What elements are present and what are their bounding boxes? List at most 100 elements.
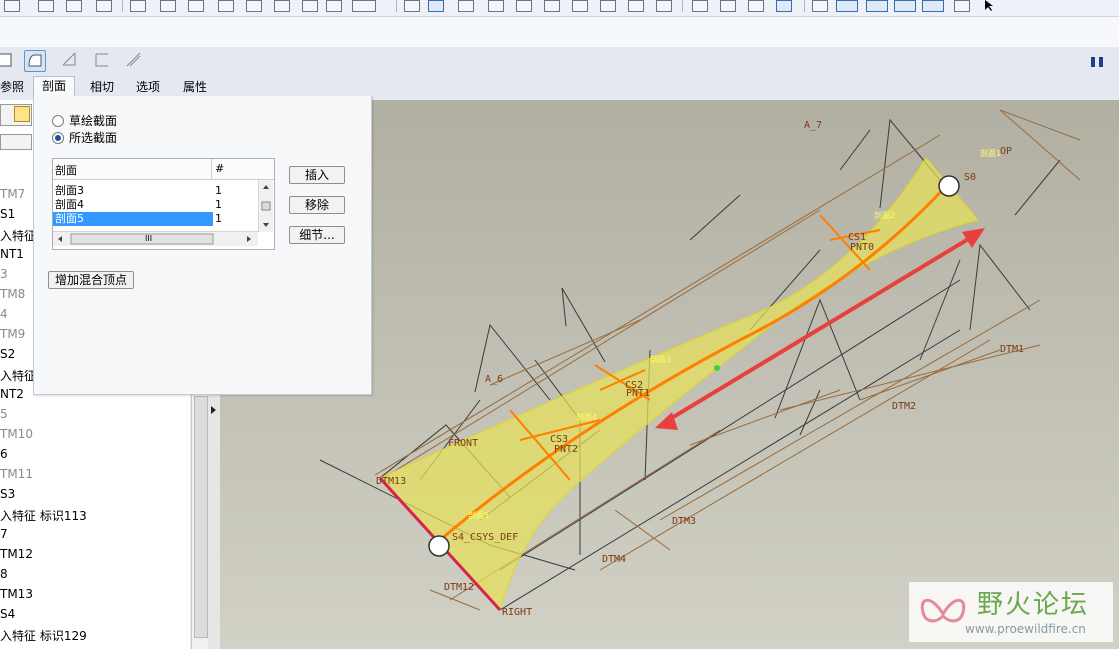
surface-icon[interactable]: [24, 50, 46, 72]
scroll-left-icon[interactable]: [58, 236, 62, 242]
zoom-in-icon[interactable]: [488, 0, 504, 12]
tab-sections[interactable]: 剖面: [33, 76, 76, 98]
new-file-icon[interactable]: [4, 0, 20, 12]
tree-item[interactable]: TM7: [0, 187, 25, 201]
table-horizontal-scrollbar[interactable]: III: [53, 231, 258, 246]
tree-item[interactable]: 入特征: [0, 227, 36, 244]
mail-icon[interactable]: [96, 0, 112, 12]
layers-icon[interactable]: [628, 0, 644, 12]
find-icon[interactable]: [326, 0, 342, 12]
tree-item[interactable]: 7: [0, 527, 8, 541]
tree-item[interactable]: 5: [0, 407, 8, 421]
tree-item[interactable]: 入特征 标识129: [0, 627, 87, 644]
tree-item[interactable]: 8: [0, 567, 8, 581]
tree-item[interactable]: TM9: [0, 327, 25, 341]
hidden-line-icon[interactable]: [720, 0, 736, 12]
tree-item[interactable]: TM10: [0, 427, 33, 441]
tab-options[interactable]: 选项: [128, 78, 168, 96]
spin-center-icon[interactable]: [428, 0, 444, 12]
tree-item[interactable]: TM13: [0, 587, 33, 601]
sketched-sections-option[interactable]: 草绘截面: [52, 112, 117, 129]
paste-icon[interactable]: [246, 0, 262, 12]
context-help-icon[interactable]: [984, 0, 998, 11]
cut-icon[interactable]: [188, 0, 204, 12]
section-count: 1: [215, 198, 222, 211]
redo-icon[interactable]: [160, 0, 176, 12]
plane-display-icon[interactable]: [836, 0, 858, 12]
tree-item[interactable]: 4: [0, 307, 8, 321]
tree-item[interactable]: TM8: [0, 287, 25, 301]
view-manager-icon[interactable]: [656, 0, 672, 12]
table-header: 剖面 #: [53, 159, 274, 180]
column-header-section[interactable]: 剖面: [55, 162, 77, 178]
label-pnt1: PNT1: [626, 388, 650, 399]
tree-item[interactable]: 入特征 标识113: [0, 507, 87, 524]
remove-material-icon[interactable]: [60, 50, 80, 70]
table-row[interactable]: 剖面3 1: [53, 184, 222, 198]
tree-item[interactable]: 入特征: [0, 367, 36, 384]
undo-icon[interactable]: [130, 0, 146, 12]
label-dtm12: DTM12: [444, 582, 474, 593]
label-a6: A_6: [485, 374, 503, 385]
zoom-out-icon[interactable]: [516, 0, 532, 12]
tree-item[interactable]: 6: [0, 447, 8, 461]
table-vertical-scrollbar[interactable]: [258, 180, 273, 232]
collapse-arrow-icon[interactable]: [208, 404, 220, 416]
tree-item[interactable]: S2: [0, 347, 15, 361]
details-button[interactable]: 细节...: [289, 226, 345, 244]
copy-icon[interactable]: [218, 0, 234, 12]
table-row[interactable]: 剖面4 1: [53, 198, 222, 212]
scroll-grip: III: [145, 234, 153, 243]
add-blend-vertex-button[interactable]: 增加混合顶点: [48, 271, 134, 289]
scroll-thumb[interactable]: [261, 201, 271, 211]
scroll-down-icon[interactable]: [263, 223, 269, 227]
pause-icon[interactable]: [1091, 57, 1095, 67]
tree-item[interactable]: 3: [0, 267, 8, 281]
folder-icon[interactable]: [14, 106, 30, 122]
selected-sections-option[interactable]: 所选截面: [52, 129, 117, 146]
tree-item[interactable]: TM11: [0, 467, 33, 481]
tab-tangency[interactable]: 相切: [82, 78, 122, 96]
scroll-up-icon[interactable]: [263, 185, 269, 189]
solid-icon[interactable]: [0, 50, 14, 70]
scroll-right-icon[interactable]: [247, 236, 251, 242]
save-icon[interactable]: [38, 0, 54, 12]
repaint-icon[interactable]: [404, 0, 420, 12]
radio-button-checked[interactable]: [52, 131, 64, 144]
thicken-icon[interactable]: [92, 50, 112, 70]
column-header-count[interactable]: #: [215, 162, 224, 175]
tree-item[interactable]: TM12: [0, 547, 33, 561]
regenerate-icon[interactable]: [302, 0, 318, 12]
select-filter-icon[interactable]: [352, 0, 376, 12]
tree-item[interactable]: NT2: [0, 387, 24, 401]
radio-button[interactable]: [52, 114, 64, 127]
insert-button[interactable]: 插入: [289, 166, 345, 184]
saved-views-icon[interactable]: [600, 0, 616, 12]
datum-display-icon[interactable]: [812, 0, 828, 12]
tab-references[interactable]: 参照: [0, 78, 32, 96]
reorient-icon[interactable]: [572, 0, 588, 12]
tree-settings-icon[interactable]: [0, 134, 32, 150]
tree-scrollbar-thumb[interactable]: [194, 396, 208, 638]
point-display-icon[interactable]: [894, 0, 916, 12]
shading-icon[interactable]: [776, 0, 792, 12]
tangency-icon[interactable]: [124, 50, 144, 70]
pause-icon[interactable]: [1099, 57, 1103, 67]
no-hidden-icon[interactable]: [748, 0, 764, 12]
remove-button[interactable]: 移除: [289, 196, 345, 214]
tree-item[interactable]: S4: [0, 607, 15, 621]
tree-item[interactable]: S3: [0, 487, 15, 501]
tree-item[interactable]: S1: [0, 207, 15, 221]
table-row-selected[interactable]: 剖面5 1: [53, 212, 257, 226]
orient-mode-icon[interactable]: [458, 0, 474, 12]
axis-display-icon[interactable]: [866, 0, 888, 12]
tab-properties[interactable]: 属性: [175, 78, 215, 96]
paste-special-icon[interactable]: [274, 0, 290, 12]
refit-icon[interactable]: [544, 0, 560, 12]
print-icon[interactable]: [66, 0, 82, 12]
csys-display-icon[interactable]: [922, 0, 944, 12]
annotation-display-icon[interactable]: [954, 0, 970, 12]
tree-item[interactable]: NT1: [0, 247, 24, 261]
scroll-thumb[interactable]: [70, 233, 214, 245]
wireframe-icon[interactable]: [692, 0, 708, 12]
